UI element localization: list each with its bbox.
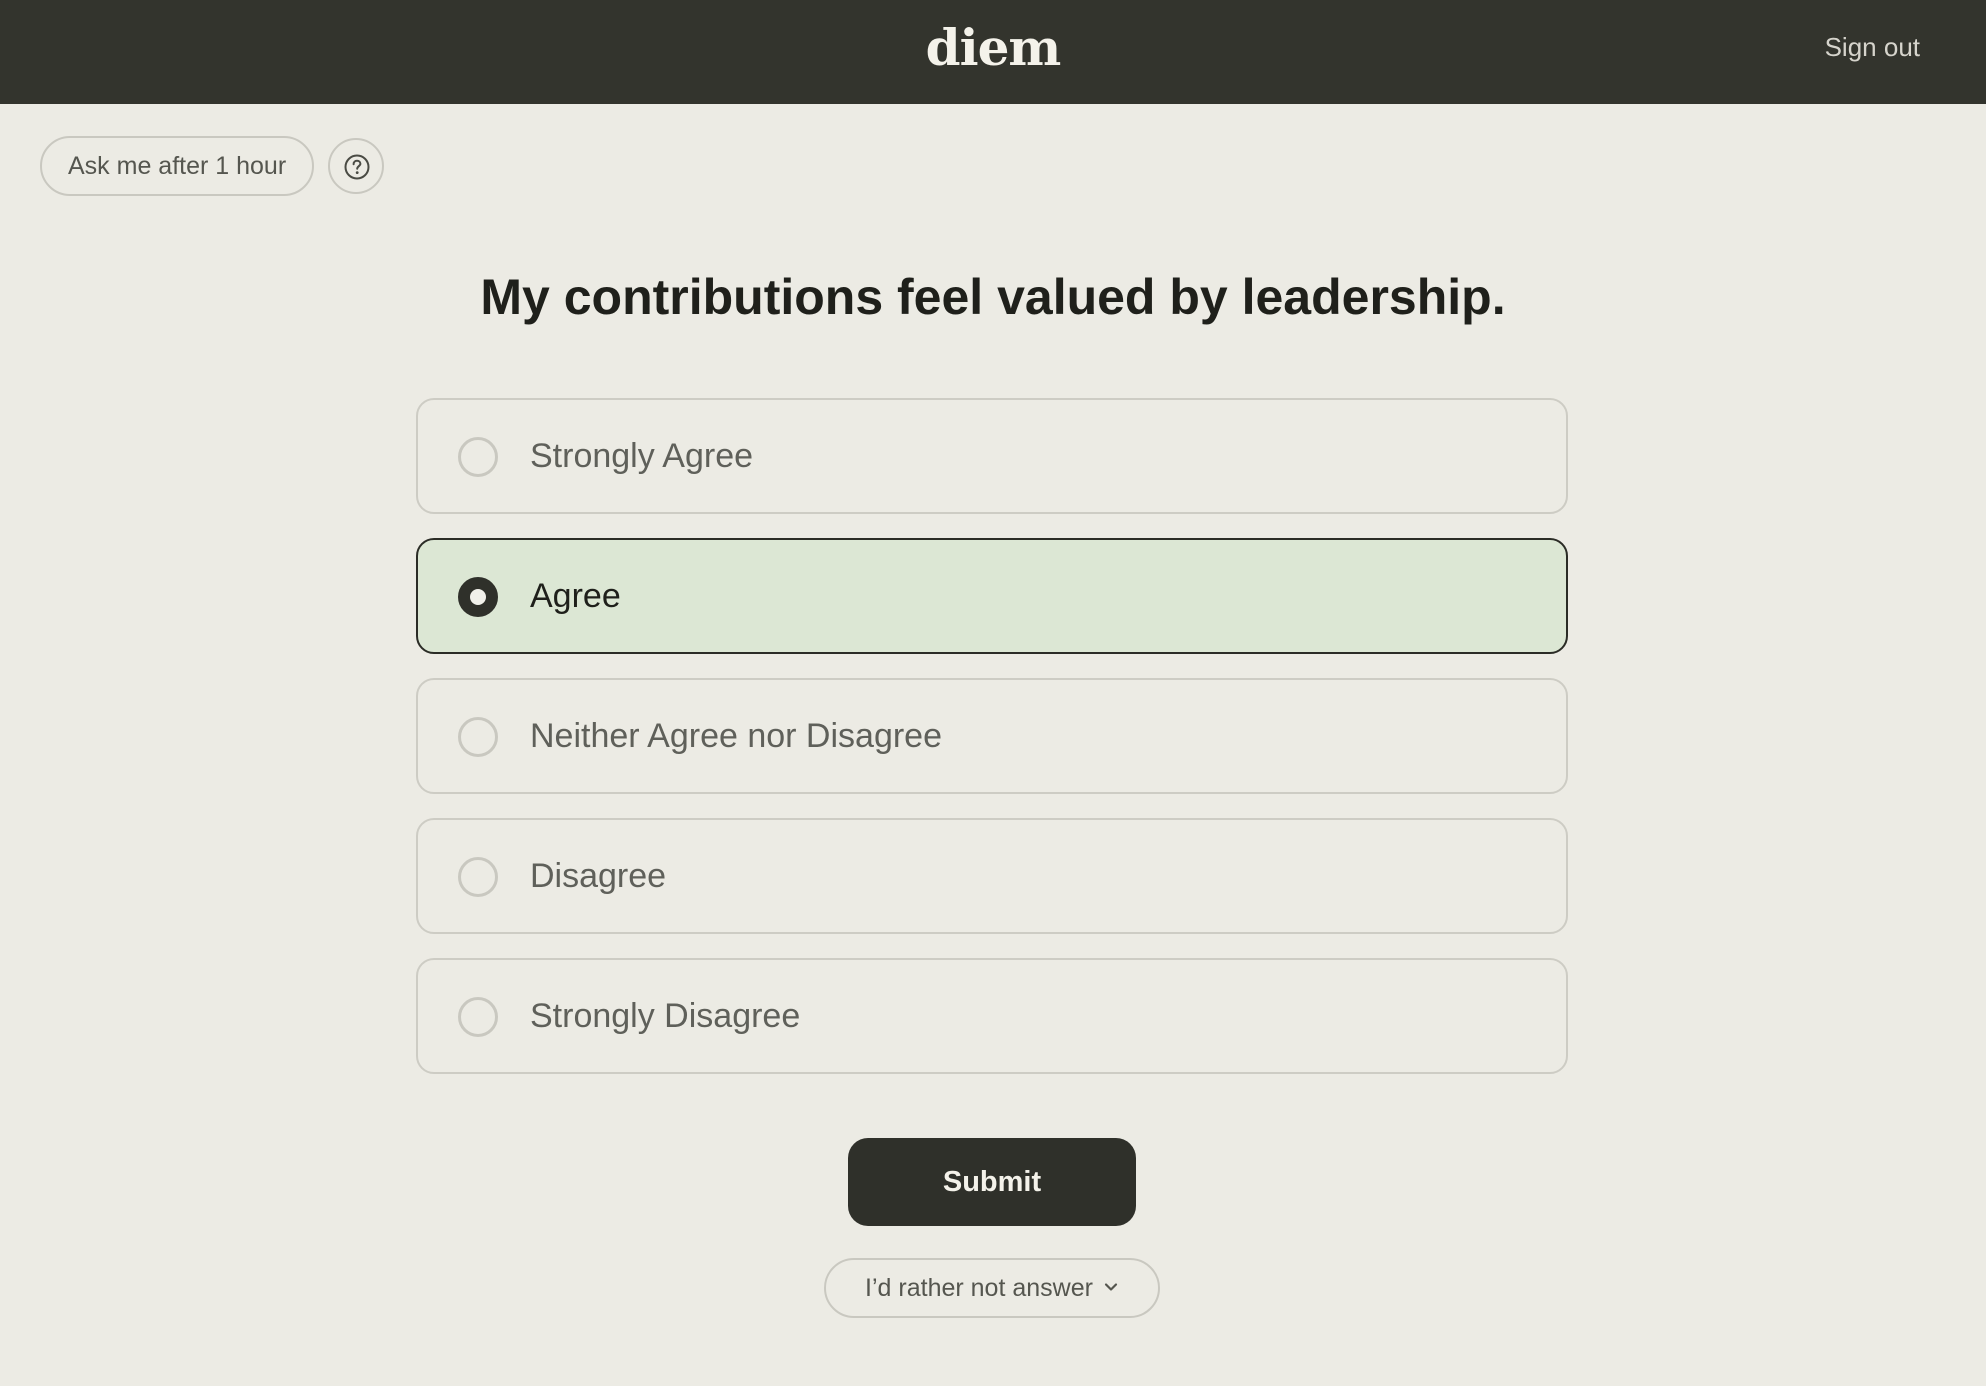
option-label: Disagree [530,857,667,895]
option-label: Strongly Agree [530,437,754,475]
top-bar: diem Sign out [0,0,1986,104]
help-button[interactable] [328,138,384,194]
survey-question: My contributions feel valued by leadersh… [480,269,1506,325]
answer-options: Strongly Agree Agree Neither Agree nor D… [416,398,1568,1098]
option-label: Agree [530,577,621,615]
sign-out-link[interactable]: Sign out [1825,32,1920,63]
option-strongly-agree[interactable]: Strongly Agree [416,398,1568,514]
radio-button[interactable] [458,717,498,757]
radio-button[interactable] [458,857,498,897]
option-disagree[interactable]: Disagree [416,818,1568,934]
radio-button[interactable] [458,997,498,1037]
option-label: Neither Agree nor Disagree [530,717,943,755]
option-agree[interactable]: Agree [416,538,1568,654]
option-strongly-disagree[interactable]: Strongly Disagree [416,958,1568,1074]
question-circle-icon [344,154,370,180]
radio-button-selected[interactable] [458,577,498,617]
submit-button[interactable]: Submit [848,1138,1136,1226]
option-label: Strongly Disagree [530,997,801,1035]
rather-not-answer-dropdown[interactable]: I’d rather not answer [824,1258,1160,1318]
chevron-down-icon [1104,1283,1118,1291]
option-neither[interactable]: Neither Agree nor Disagree [416,678,1568,794]
logo: diem [925,18,1062,77]
ask-later-button[interactable]: Ask me after 1 hour [40,136,315,196]
radio-button[interactable] [458,437,498,477]
rather-not-answer-label: I’d rather not answer [865,1274,1093,1302]
